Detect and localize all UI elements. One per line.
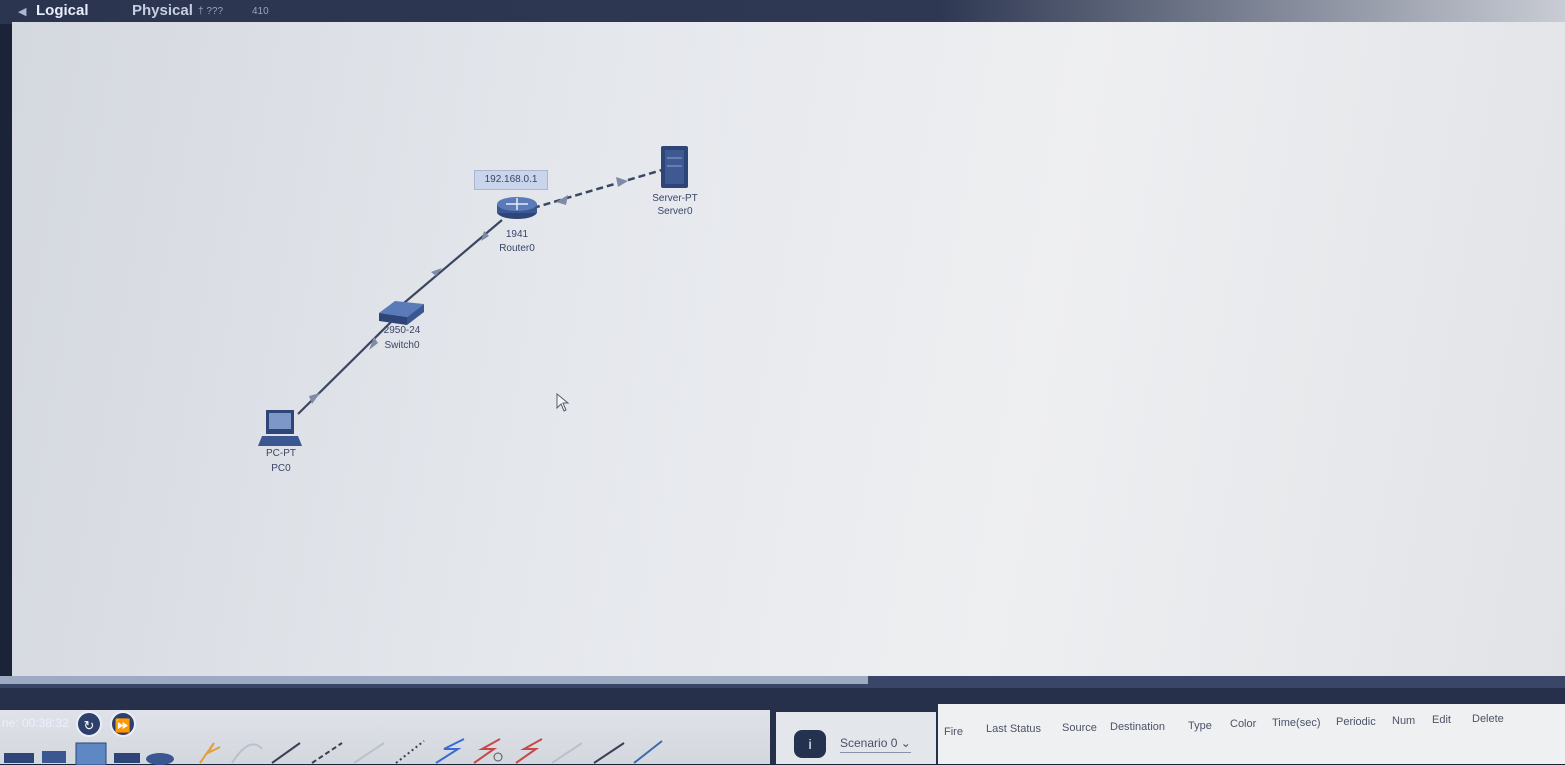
- pdu-col-num: Num: [1392, 715, 1416, 727]
- iot-custom-cable-icon: [593, 742, 625, 764]
- info-icon[interactable]: i: [794, 730, 826, 758]
- switch-model-label: 2950-24: [383, 325, 421, 336]
- pdu-col-delete: Delete: [1472, 713, 1504, 725]
- workspace-info-1: † ???: [198, 6, 224, 17]
- device-category-icons: [4, 742, 174, 765]
- tab-arrow-icon: ◀: [18, 6, 27, 18]
- pdu-col-last-status: Last Status: [986, 723, 1042, 735]
- phone-cable-icon: [395, 740, 425, 764]
- server-name-label: Server0: [657, 206, 693, 217]
- scrollbar-thumb[interactable]: [0, 676, 868, 684]
- crossover-cable-icon: [311, 742, 343, 764]
- power-cycle-button[interactable]: ↻: [76, 711, 102, 737]
- pdu-col-type: Type: [1188, 720, 1212, 732]
- straight-through-cable-icon: [271, 742, 301, 764]
- console-cable-icon: [231, 743, 263, 764]
- connection-tools: [4, 738, 663, 765]
- server-model-label: Server-PT: [652, 193, 698, 204]
- serial-dce-cable-icon: [473, 738, 503, 764]
- top-workspace-bar: [0, 0, 1565, 24]
- scenario-value: Scenario 0: [840, 736, 898, 750]
- scenario-select[interactable]: Scenario 0 ⌄: [840, 736, 911, 753]
- workspace-info-2: 410: [252, 6, 269, 17]
- pdu-col-time: Time(sec): [1272, 717, 1321, 729]
- pdu-col-fire: Fire: [944, 726, 963, 738]
- pc-model-label: PC-PT: [266, 448, 296, 459]
- pdu-col-source: Source: [1062, 722, 1097, 734]
- fiber-cable-icon: [353, 742, 385, 764]
- tab-logical[interactable]: Logical: [36, 2, 89, 19]
- pdu-col-periodic: Periodic: [1336, 716, 1376, 728]
- usb-cable-icon: [633, 740, 663, 764]
- pdu-col-color: Color: [1230, 718, 1257, 730]
- router-name-label: Router0: [499, 243, 535, 254]
- pdu-col-edit: Edit: [1432, 714, 1451, 726]
- router-ip-label: 192.168.0.1: [474, 170, 548, 190]
- pc-name-label: PC0: [271, 463, 291, 474]
- switch-name-label: Switch0: [384, 340, 420, 351]
- octal-cable-icon: [551, 742, 583, 764]
- logical-workspace-canvas[interactable]: [12, 22, 1565, 678]
- serial-dte-cable-icon: [515, 738, 543, 764]
- pdu-col-destination: Destination: [1110, 721, 1166, 733]
- simulation-time: ne: 00:38:32: [2, 716, 69, 730]
- tab-physical[interactable]: Physical: [132, 2, 193, 19]
- coaxial-cable-icon: [435, 738, 465, 764]
- fast-forward-button[interactable]: ⏩: [110, 711, 136, 737]
- auto-connection-icon: [199, 742, 221, 764]
- router-model-label: 1941: [505, 229, 529, 240]
- mouse-cursor-icon: [556, 393, 570, 412]
